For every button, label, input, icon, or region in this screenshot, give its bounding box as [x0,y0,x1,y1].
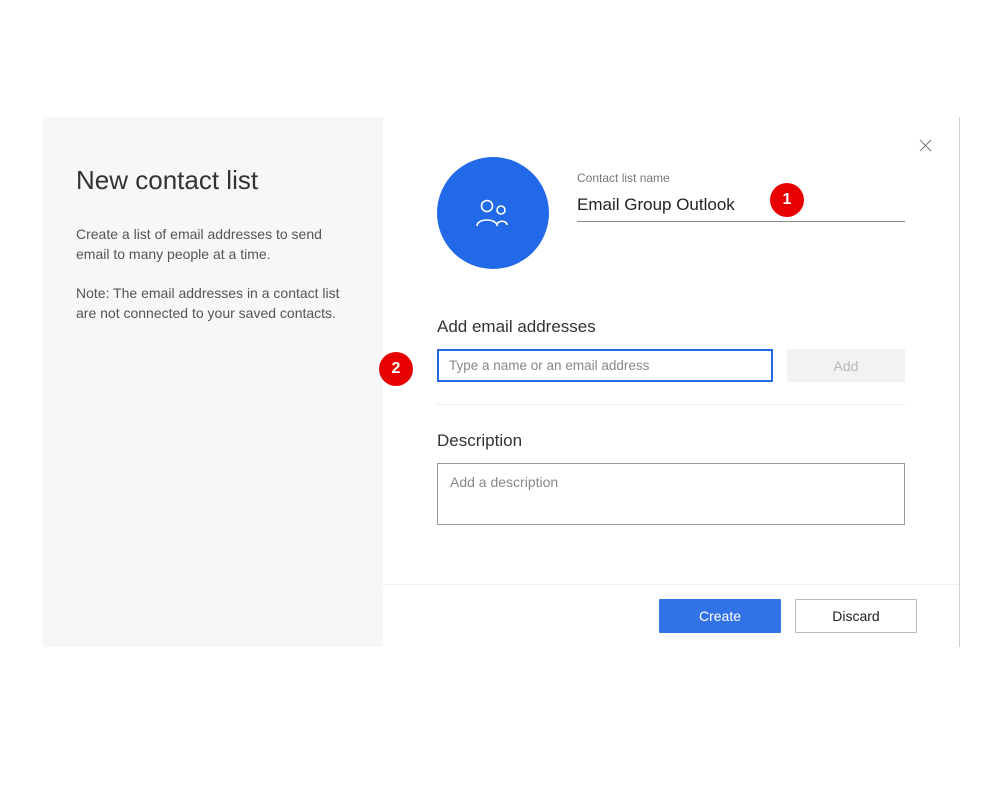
annotation-marker-2: 2 [379,352,413,386]
name-field-group: Contact list name [577,157,905,222]
add-email-button[interactable]: Add [787,349,905,382]
divider [437,404,905,405]
create-button[interactable]: Create [659,599,781,633]
description-label: Description [437,431,905,451]
close-button[interactable] [915,135,935,155]
sidebar-intro: Create a list of email addresses to send… [76,224,349,265]
email-input-row: Add [437,349,905,382]
new-contact-list-dialog: New contact list Create a list of email … [42,117,960,647]
discard-button[interactable]: Discard [795,599,917,633]
dialog-footer: Create Discard [383,584,959,647]
people-icon [475,198,511,228]
main-panel: Contact list name Add email addresses Ad… [383,117,959,647]
sidebar-title: New contact list [76,165,349,196]
header-row: Contact list name [437,157,905,269]
sidebar-note: Note: The email addresses in a contact l… [76,283,349,324]
contact-list-name-input[interactable] [577,191,905,222]
info-sidebar: New contact list Create a list of email … [42,117,383,647]
email-address-input[interactable] [437,349,773,382]
name-label: Contact list name [577,171,905,185]
close-icon [919,139,932,152]
annotation-marker-1: 1 [770,183,804,217]
contact-list-avatar [437,157,549,269]
description-input[interactable] [437,463,905,525]
email-section-label: Add email addresses [437,317,905,337]
